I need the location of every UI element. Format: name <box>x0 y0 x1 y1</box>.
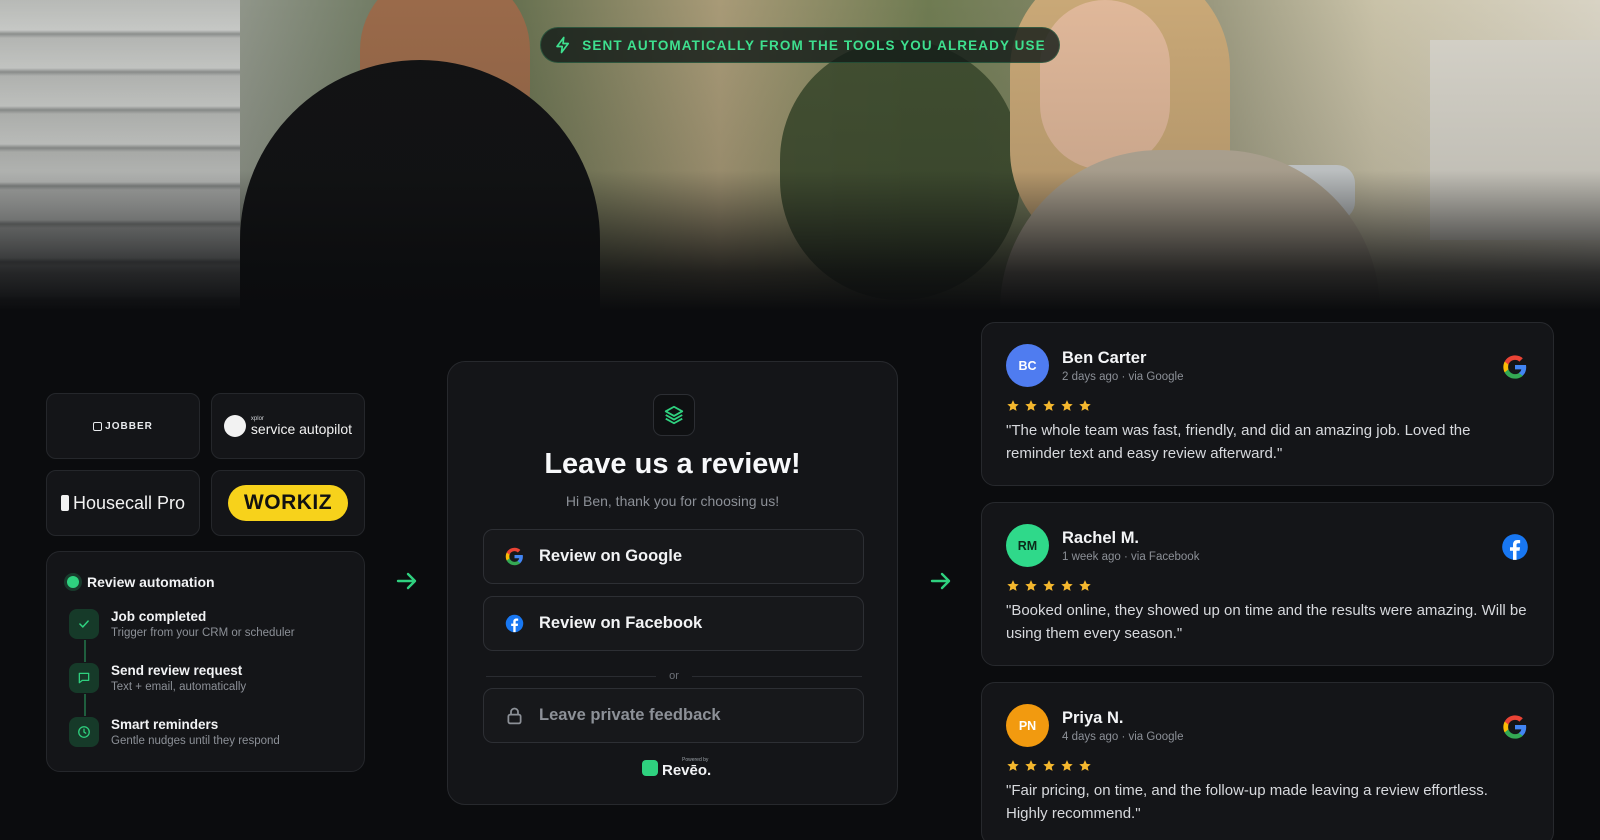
google-icon <box>1503 715 1527 739</box>
star-icon <box>1025 400 1037 411</box>
facebook-icon <box>1502 534 1528 560</box>
reveo-brand-text: Revēo. <box>662 762 712 779</box>
powered-by-reveo: Powered by Revēo. <box>642 758 711 778</box>
avatar: PN <box>1006 704 1049 747</box>
google-icon <box>505 547 523 566</box>
step-subtitle: Gentle nudges until they respond <box>111 735 280 747</box>
review-meta: 2 days ago · via Google <box>1062 371 1184 383</box>
star-rating <box>1006 399 1092 413</box>
review-on-google-button[interactable]: Review on Google <box>483 529 864 584</box>
automation-banner: SENT AUTOMATICALLY FROM THE TOOLS YOU AL… <box>540 27 1060 63</box>
star-icon <box>1079 760 1091 771</box>
star-icon <box>1007 400 1019 411</box>
leave-private-feedback-label: Leave private feedback <box>539 706 721 724</box>
review-quote: "Booked online, they showed up on time a… <box>1006 602 1527 642</box>
clock-icon <box>69 717 99 747</box>
review-on-facebook-label: Review on Facebook <box>539 614 703 632</box>
star-rating <box>1006 579 1092 593</box>
star-icon <box>1061 580 1073 591</box>
workiz-logo: WORKIZ <box>228 485 348 521</box>
service-autopilot-logo-icon <box>223 415 246 437</box>
star-icon <box>1043 580 1055 591</box>
star-icon <box>1079 580 1091 591</box>
step-smart-reminders: Smart reminders Gentle nudges until they… <box>69 717 280 747</box>
arrow-right-icon <box>930 572 951 590</box>
lightning-icon <box>556 36 570 54</box>
review-meta: 1 week ago · via Facebook <box>1062 551 1200 563</box>
review-automation-card: Review automation Job completed Trigger … <box>46 551 365 772</box>
review-quote: "The whole team was fast, friendly, and … <box>1006 422 1471 462</box>
review-meta: 4 days ago · via Google <box>1062 731 1184 743</box>
star-icon <box>1043 400 1055 411</box>
avatar: RM <box>1006 524 1049 567</box>
star-icon <box>1007 580 1019 591</box>
review-card: BC Ben Carter 2 days ago · via Google "T… <box>981 322 1554 486</box>
step-title: Smart reminders <box>111 717 219 732</box>
jobber-logo-tile: JOBBER <box>46 393 200 459</box>
star-icon <box>1025 580 1037 591</box>
layers-icon <box>653 394 695 436</box>
automation-title: Review automation <box>87 574 215 590</box>
star-rating <box>1006 759 1092 773</box>
review-on-google-label: Review on Google <box>539 547 683 565</box>
step-subtitle: Trigger from your CRM or scheduler <box>111 627 295 639</box>
avatar: BC <box>1006 344 1049 387</box>
star-icon <box>1079 400 1091 411</box>
status-dot <box>67 576 79 588</box>
review-card: RM Rachel M. 1 week ago · via Facebook "… <box>981 502 1554 666</box>
service-autopilot-text: service autopilot <box>250 421 353 437</box>
workiz-logo-tile: WORKIZ <box>211 470 365 536</box>
housecall-pro-text: Housecall Pro <box>72 492 186 513</box>
leave-private-feedback-button[interactable]: Leave private feedback <box>483 688 864 743</box>
housecall-pro-logo-tile: Housecall Pro <box>46 470 200 536</box>
banner-text: SENT AUTOMATICALLY FROM THE TOOLS YOU AL… <box>582 37 1046 53</box>
jobber-logo-text: JOBBER <box>105 420 153 432</box>
review-quote: "Fair pricing, on time, and the follow-u… <box>1006 782 1488 822</box>
check-icon <box>69 609 99 639</box>
reviewer-name: Ben Carter <box>1062 349 1147 367</box>
star-icon <box>1061 400 1073 411</box>
step-title: Send review request <box>111 663 243 678</box>
jobber-logo-icon <box>93 421 103 431</box>
housecall-pro-logo-icon <box>60 495 69 511</box>
step-connector <box>84 640 86 662</box>
review-card-subtitle: Hi Ben, thank you for choosing us! <box>565 493 780 509</box>
star-icon <box>1025 760 1037 771</box>
step-connector <box>84 694 86 716</box>
reviewer-name: Rachel M. <box>1062 529 1140 547</box>
review-card-title: Leave us a review! <box>544 448 801 480</box>
review-card: PN Priya N. 4 days ago · via Google "Fai… <box>981 682 1554 840</box>
step-job-completed: Job completed Trigger from your CRM or s… <box>69 609 295 639</box>
facebook-icon <box>505 614 524 633</box>
google-icon <box>1503 355 1527 379</box>
or-divider: or <box>486 670 862 682</box>
lock-icon <box>507 707 522 725</box>
star-icon <box>1007 760 1019 771</box>
step-title: Job completed <box>111 609 207 624</box>
reveo-logo-icon <box>642 760 658 776</box>
reviewer-name: Priya N. <box>1062 709 1124 727</box>
chat-icon <box>69 663 99 693</box>
arrow-right-icon <box>396 572 417 590</box>
step-subtitle: Text + email, automatically <box>111 681 247 693</box>
step-send-review-request: Send review request Text + email, automa… <box>69 663 246 693</box>
star-icon <box>1043 760 1055 771</box>
star-icon <box>1061 760 1073 771</box>
review-request-card: Leave us a review! Hi Ben, thank you for… <box>447 361 898 805</box>
or-text: or <box>669 670 679 682</box>
review-on-facebook-button[interactable]: Review on Facebook <box>483 596 864 651</box>
service-autopilot-logo-tile: xplor service autopilot <box>211 393 365 459</box>
